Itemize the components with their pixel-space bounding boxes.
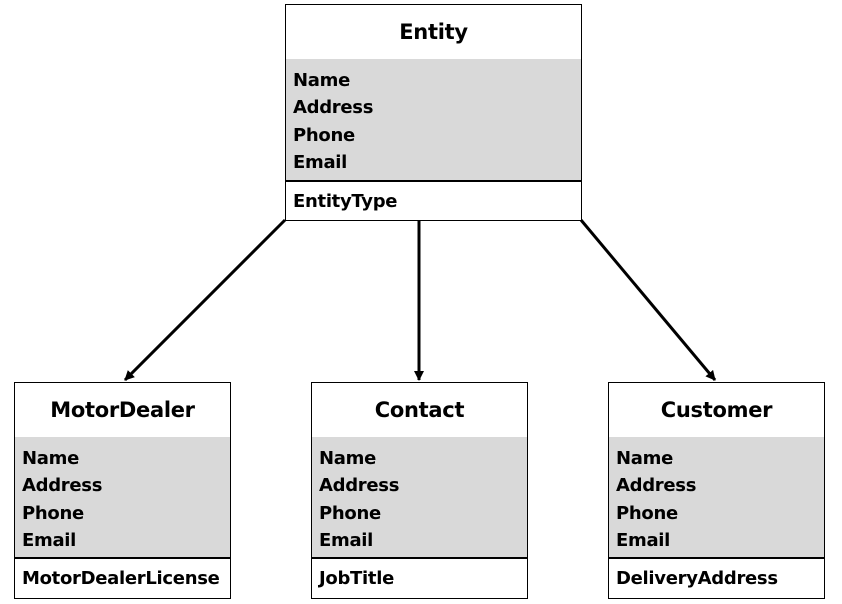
attribute-list: Name Address Phone Email (312, 437, 527, 559)
arrow-entity-to-customer (579, 219, 717, 381)
attribute: Phone (293, 124, 355, 146)
attribute: Phone (22, 502, 84, 524)
class-title: Customer (609, 383, 824, 438)
attribute-list: Name Address Phone Email (15, 437, 230, 559)
class-box-entity: Entity Name Address Phone Email EntityTy… (285, 4, 582, 221)
class-title: MotorDealer (15, 383, 230, 438)
attribute: Email (293, 151, 348, 173)
attribute: Name (319, 448, 376, 469)
class-box-contact: Contact Name Address Phone Email JobTitl… (311, 382, 528, 599)
attribute: Address (319, 475, 400, 497)
attribute: Email (319, 529, 374, 551)
attribute: Address (293, 97, 374, 119)
attribute: Address (22, 475, 103, 497)
attribute-list: Name Address Phone Email (286, 59, 581, 182)
specific-attribute: JobTitle (319, 568, 394, 589)
attribute: Email (616, 529, 671, 551)
attribute: Address (616, 475, 697, 497)
attribute-list: Name Address Phone Email (609, 437, 824, 559)
attribute: Phone (616, 502, 678, 524)
arrow-entity-to-motordealer (123, 218, 287, 382)
attribute: Name (22, 448, 79, 469)
specific-attribute: EntityType (293, 190, 398, 212)
class-box-customer: Customer Name Address Phone Email Delive… (608, 382, 825, 599)
specific-attribute: MotorDealerLicense (22, 568, 220, 589)
class-title: Entity (286, 5, 581, 60)
attribute: Phone (319, 502, 381, 524)
class-title: Contact (312, 383, 527, 438)
class-box-motordealer: MotorDealer Name Address Phone Email Mot… (14, 382, 231, 599)
attribute: Name (616, 448, 673, 469)
attribute: Name (293, 70, 350, 91)
attribute: Email (22, 529, 77, 551)
specific-attribute: DeliveryAddress (616, 568, 778, 589)
